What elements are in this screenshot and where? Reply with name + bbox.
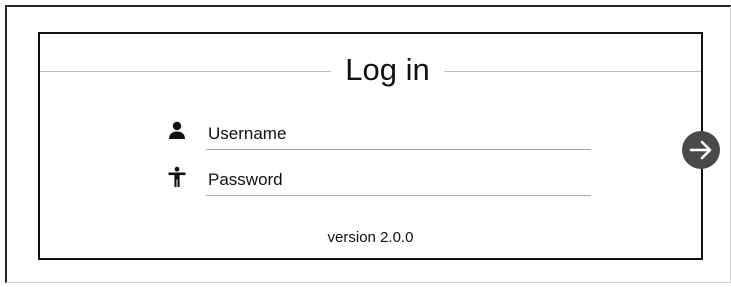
person-icon xyxy=(166,120,188,142)
username-input[interactable] xyxy=(206,118,591,150)
page-title: Log in xyxy=(331,51,444,89)
password-input[interactable] xyxy=(206,164,591,196)
accessibility-icon xyxy=(166,166,188,188)
password-row xyxy=(166,164,591,198)
version-label: version 2.0.0 xyxy=(327,229,414,246)
username-row xyxy=(166,118,591,152)
submit-button[interactable] xyxy=(682,131,720,169)
login-panel: Log in version 2.0.0 xyxy=(38,32,703,260)
arrow-right-icon xyxy=(689,140,712,160)
